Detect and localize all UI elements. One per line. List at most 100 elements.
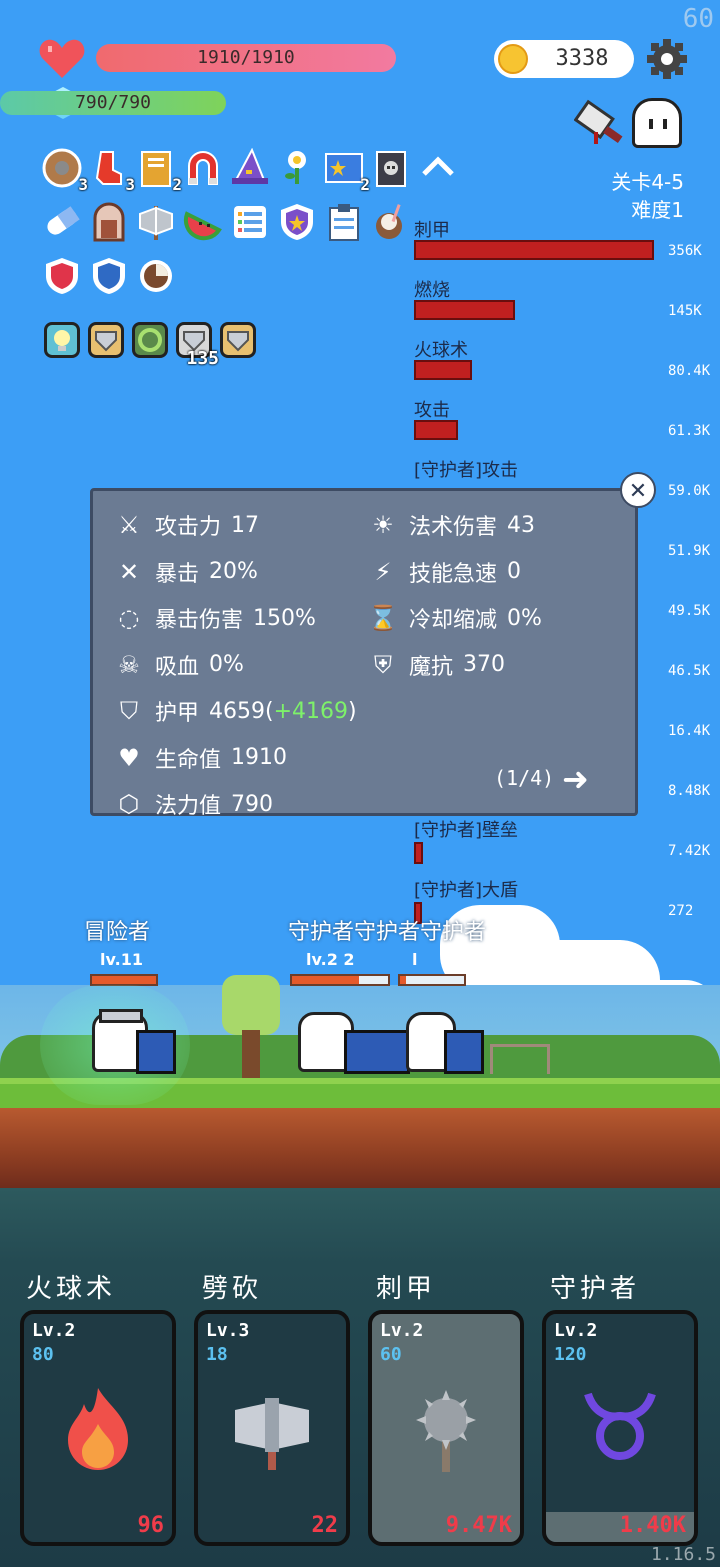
skull-book-icon[interactable]: [371, 148, 411, 188]
star-card-icon[interactable]: 2: [324, 148, 370, 194]
damage-value: 51.9K: [668, 543, 711, 559]
armor-buff-icon[interactable]: [88, 322, 124, 358]
damage-label: [守护者]壁垒: [414, 820, 519, 841]
blue-shield-icon[interactable]: [89, 256, 129, 296]
damage-value: 356K: [668, 243, 702, 259]
skill-title: 刺甲: [376, 1274, 437, 1304]
stage-label: 关卡4-5: [611, 170, 684, 194]
damage-value: 80.4K: [668, 363, 711, 379]
arrow-right-icon[interactable]: ➜: [562, 760, 589, 798]
damage-value: 145K: [668, 303, 702, 319]
ghost-icon[interactable]: [632, 98, 682, 148]
armor-buff-icon[interactable]: 135: [176, 322, 219, 369]
door-icon[interactable]: [89, 202, 129, 242]
page-indicator: (1/4): [494, 766, 555, 790]
armor-buff-icon[interactable]: [220, 322, 256, 358]
axe-icon[interactable]: [136, 202, 176, 242]
stats-panel: ⚔ 攻击力 17 ✕ 暴击 20% ◌ 暴击伤害 150% ☠ 吸血 0% ⛉ 护甲 4659(+4…: [90, 488, 638, 819]
wizard-hat-icon[interactable]: [230, 148, 270, 188]
damage-label: 攻击: [414, 400, 450, 421]
player-level: lv.11: [100, 950, 143, 969]
fire-icon: [24, 1384, 172, 1493]
enemy-level: lv.2 2: [306, 950, 355, 969]
magnet-icon[interactable]: [183, 148, 223, 188]
purple-shield-icon[interactable]: [277, 202, 317, 242]
mp-bar: 790/790: [0, 91, 226, 115]
clipboard-icon[interactable]: [324, 202, 364, 242]
magic-resist-icon: ⛨: [374, 650, 392, 679]
stat-crit-damage: ◌ 暴击伤害 150%: [113, 602, 357, 634]
skill-card-fireball[interactable]: Lv.2 80 96: [20, 1310, 176, 1546]
taurus-icon: [546, 1384, 694, 1483]
damage-value: 272: [668, 903, 694, 919]
damage-bar: [414, 300, 515, 320]
coconut-icon[interactable]: [136, 256, 176, 296]
armor-bonus: +4169: [273, 698, 349, 724]
hp-bar: 1910/1910: [96, 44, 396, 72]
enemy-shield: [344, 1030, 410, 1074]
damage-bar: [414, 240, 654, 260]
damage-value: 46.5K: [668, 663, 711, 679]
pill-icon[interactable]: [42, 202, 82, 242]
mana-icon: ⬡: [118, 790, 140, 818]
red-shield-icon[interactable]: [42, 256, 82, 296]
skill-title: 火球术: [26, 1274, 117, 1304]
damage-label: 火球术: [414, 340, 468, 361]
hourglass-icon: ⌛: [368, 604, 398, 632]
stat-spell-power: ☀ 法术伤害 43: [367, 509, 542, 541]
haste-icon: ⚡: [374, 557, 392, 586]
heart-icon: ♥: [118, 743, 140, 772]
player-name: 冒险者: [84, 920, 151, 945]
hp-text: 1910/1910: [197, 47, 295, 68]
inventory-row-2: [42, 202, 411, 242]
buff-row: 135: [44, 322, 256, 369]
gold-display: 3338: [494, 40, 634, 78]
lightbulb-buff-icon[interactable]: [44, 322, 80, 358]
dirt: [0, 1108, 720, 1188]
list-icon[interactable]: [230, 202, 270, 242]
damage-bar: [414, 360, 472, 380]
skill-title: 守护者: [550, 1274, 641, 1304]
fps-counter: 60: [682, 4, 714, 34]
damage-value: 16.4K: [668, 723, 711, 739]
watermelon-icon[interactable]: [183, 202, 223, 242]
damage-label: [守护者]攻击: [414, 460, 519, 481]
inventory-row-3: [42, 256, 176, 296]
lifesteal-icon: ☠: [118, 650, 140, 679]
round-shield-icon[interactable]: 3: [42, 148, 88, 194]
damage-label: 刺甲: [414, 220, 450, 241]
stats-right-column: ☀ 法术伤害 43 ⚡ 技能急速 0 ⌛ 冷却缩减 0% ⛨ 魔抗 370: [367, 509, 542, 681]
difficulty-label: 难度1: [631, 198, 684, 222]
spiked-mace-icon: [372, 1384, 520, 1493]
stat-armor: ⛉ 护甲 4659(+4169): [113, 695, 357, 727]
damage-label: [守护者]大盾: [414, 880, 519, 901]
book-icon[interactable]: 2: [136, 148, 182, 194]
skill-card-thorns[interactable]: Lv.2 60 9.47K: [368, 1310, 524, 1546]
attack-icon: ⚔: [118, 511, 140, 539]
flower-icon[interactable]: [277, 148, 317, 188]
armor-icon: ⛉: [120, 697, 138, 725]
close-icon[interactable]: ✕: [620, 472, 656, 508]
red-sock-icon[interactable]: 3: [89, 148, 135, 194]
cleaver-icon[interactable]: [573, 98, 628, 150]
gear-icon[interactable]: [646, 38, 688, 80]
stat-hp: ♥ 生命值 1910: [113, 742, 357, 774]
skill-card-cleave[interactable]: Lv.3 18 22: [194, 1310, 350, 1546]
gold-amount: 3338: [555, 46, 609, 71]
skill-card-guardian[interactable]: Lv.2 120 1.40K: [542, 1310, 698, 1546]
inventory-row-1: 3 3 2 2: [42, 148, 458, 194]
enemy-names: 守护者守护者守护者: [288, 920, 487, 945]
damage-label: 燃烧: [414, 280, 450, 301]
fence: [490, 1044, 550, 1074]
tree: [222, 975, 280, 1035]
player-shield: [136, 1030, 176, 1074]
double-axe-icon: [198, 1384, 346, 1493]
skill-title: 劈砍: [202, 1274, 263, 1304]
chevron-up-icon[interactable]: [418, 148, 458, 188]
stat-crit: ✕ 暴击 20%: [113, 556, 357, 588]
coconut-drink-icon[interactable]: [371, 202, 411, 242]
vine-buff-icon[interactable]: [132, 322, 168, 358]
level-info: 关卡4-5 难度1: [611, 168, 684, 224]
damage-value: 61.3K: [668, 423, 711, 439]
damage-bar: [414, 420, 458, 440]
